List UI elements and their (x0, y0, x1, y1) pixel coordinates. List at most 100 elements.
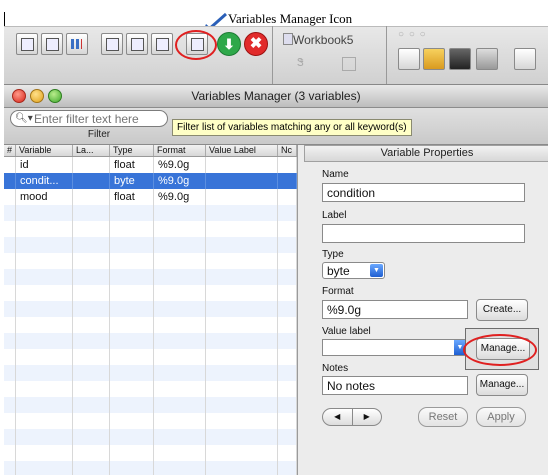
value-label-label: Value label (322, 326, 371, 337)
label-cell (73, 237, 110, 253)
notes-cell (278, 157, 297, 173)
label-cell (73, 397, 110, 413)
data-browser-icon[interactable] (151, 33, 173, 55)
search-icon[interactable]: 🔍︎▾ (15, 113, 33, 124)
new-document-icon[interactable] (398, 48, 420, 70)
break-icon[interactable]: ✖ (244, 32, 268, 56)
filter-search-input[interactable] (10, 110, 168, 127)
empty-row (4, 365, 297, 381)
table-row[interactable]: mood float %9.0g (4, 189, 297, 205)
column-header-format[interactable]: Format (154, 145, 206, 156)
label-cell (73, 365, 110, 381)
notes-cell (278, 349, 297, 365)
type-cell (110, 461, 154, 475)
value-label-cell (206, 413, 278, 429)
label-cell (73, 333, 110, 349)
apply-button[interactable]: Apply (476, 407, 526, 427)
type-cell (110, 381, 154, 397)
type-cell (110, 429, 154, 445)
number-cell (4, 173, 16, 189)
label-cell (73, 221, 110, 237)
notes-cell (278, 413, 297, 429)
previous-icon[interactable]: ◀ (323, 409, 353, 425)
column-header-value-label[interactable]: Value Label (206, 145, 278, 156)
number-cell (4, 317, 16, 333)
variable-cell (16, 381, 73, 397)
create-button[interactable]: Create... (476, 299, 528, 321)
save-icon[interactable] (449, 48, 471, 70)
variable-cell (16, 221, 73, 237)
type-cell (110, 205, 154, 221)
next-icon[interactable]: ▶ (353, 409, 382, 425)
column-header-label[interactable]: La... (73, 145, 110, 156)
table-row[interactable]: id float %9.0g (4, 157, 297, 173)
column-header-notes[interactable]: Nc (278, 145, 297, 156)
empty-row (4, 301, 297, 317)
label-cell (73, 381, 110, 397)
column-header-number[interactable]: # (4, 145, 16, 156)
print-icon[interactable] (476, 48, 498, 70)
type-cell: float (110, 189, 154, 205)
do-icon[interactable]: ⬇ (217, 32, 241, 56)
value-label-select[interactable]: ▼ (322, 339, 467, 356)
variable-navigation: ◀ ▶ (322, 408, 382, 426)
variable-cell (16, 461, 73, 475)
graph-icon[interactable] (66, 33, 88, 55)
open-folder-icon[interactable] (423, 48, 445, 70)
log-icon[interactable] (41, 33, 63, 55)
reset-button[interactable]: Reset (418, 407, 468, 427)
notes-cell (278, 317, 297, 333)
notes-cell (278, 221, 297, 237)
value-label-cell (206, 317, 278, 333)
label-field[interactable] (322, 224, 525, 243)
label-cell (73, 317, 110, 333)
notes-cell (278, 365, 297, 381)
number-cell (4, 445, 16, 461)
view-icon[interactable] (514, 48, 536, 70)
value-label-cell (206, 333, 278, 349)
empty-row (4, 397, 297, 413)
variable-cell (16, 397, 73, 413)
workbook-title[interactable]: Workbook5 (293, 33, 353, 47)
empty-row (4, 285, 297, 301)
more-icon[interactable] (16, 33, 38, 55)
number-cell (4, 189, 16, 205)
variable-cell (16, 413, 73, 429)
type-cell (110, 317, 154, 333)
notes-label: Notes (322, 363, 349, 374)
title-bar[interactable]: Variables Manager (3 variables) (4, 85, 548, 108)
format-cell (154, 381, 206, 397)
column-header-type[interactable]: Type (110, 145, 154, 156)
variable-cell: id (16, 157, 73, 173)
notes-cell (278, 237, 297, 253)
label-cell (73, 189, 110, 205)
value-label-cell (206, 237, 278, 253)
notes-field[interactable] (322, 376, 468, 395)
window-controls-icon: ○ ○ ○ (398, 29, 427, 40)
data-editor-icon[interactable] (126, 33, 148, 55)
name-field[interactable] (322, 183, 525, 202)
variable-list[interactable]: # Variable La... Type Format Value Label… (4, 145, 298, 475)
label-cell (73, 205, 110, 221)
empty-row (4, 317, 297, 333)
text-cursor (4, 12, 5, 26)
table-row[interactable]: condit... byte %9.0g (4, 173, 297, 189)
format-cell (154, 237, 206, 253)
type-cell (110, 269, 154, 285)
format-cell (154, 253, 206, 269)
format-field[interactable] (322, 300, 468, 319)
label-cell (73, 157, 110, 173)
variable-cell (16, 349, 73, 365)
manage-notes-button[interactable]: Manage... (476, 374, 528, 396)
column-header-variable[interactable]: Variable (16, 145, 73, 156)
number-cell (4, 157, 16, 173)
variable-cell (16, 317, 73, 333)
filter-label: Filter (87, 129, 111, 140)
type-cell (110, 349, 154, 365)
value-label-cell (206, 157, 278, 173)
do-file-editor-icon[interactable] (101, 33, 123, 55)
variable-cell: condit... (16, 173, 73, 189)
variable-cell (16, 253, 73, 269)
type-select[interactable]: byte ▼ (322, 262, 385, 279)
value-label-cell (206, 397, 278, 413)
